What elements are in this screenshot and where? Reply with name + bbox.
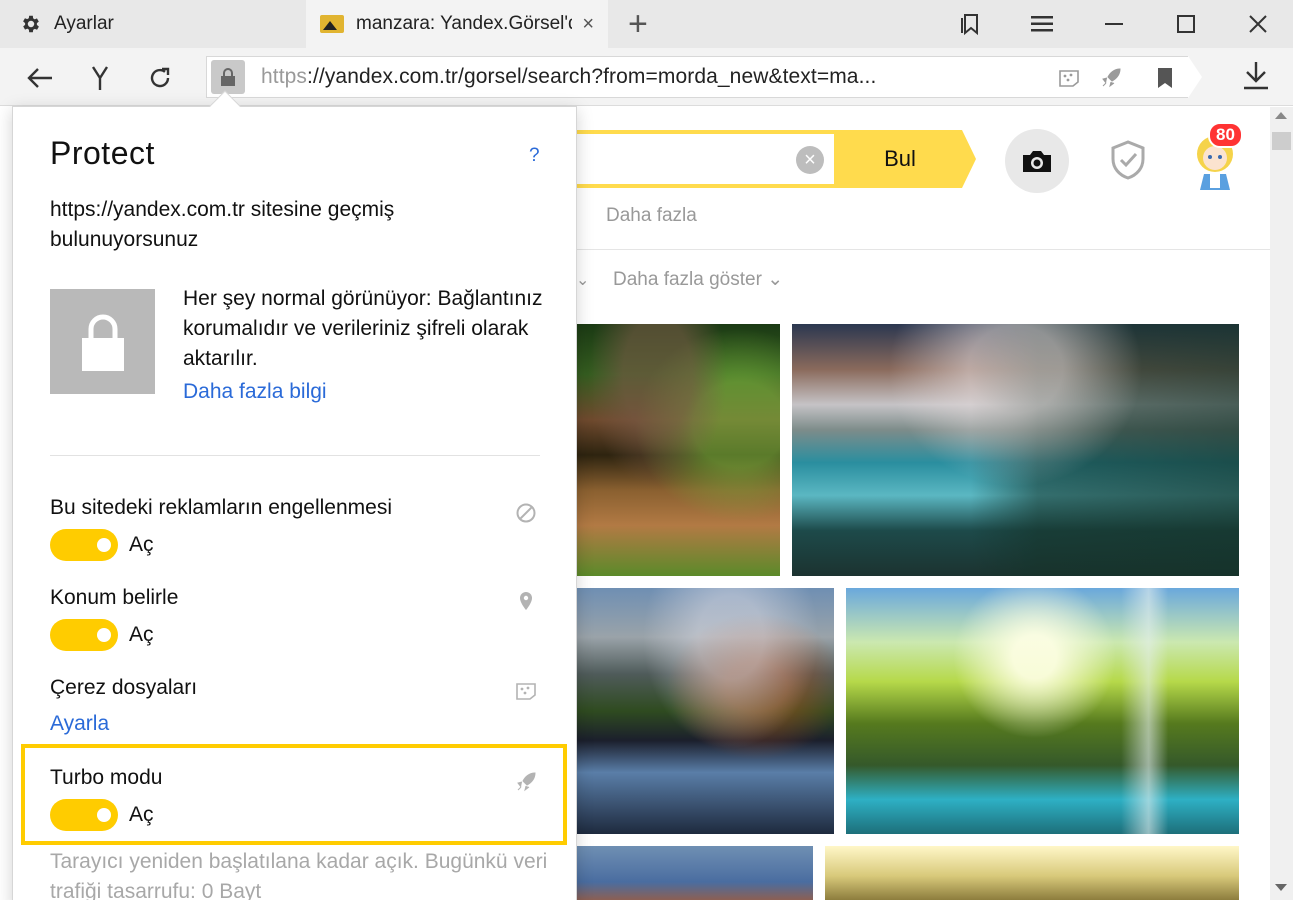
result-image[interactable]	[792, 324, 1239, 576]
clear-search-icon[interactable]: ×	[796, 146, 824, 174]
cookie-icon[interactable]	[1058, 68, 1080, 88]
scrollbar-thumb[interactable]	[1272, 132, 1291, 150]
back-button[interactable]	[20, 58, 60, 98]
yandex-button[interactable]	[80, 58, 120, 98]
ad-block-toggle[interactable]	[50, 529, 118, 561]
cookies-settings-link[interactable]: Ayarla	[50, 712, 109, 736]
minimize-button[interactable]	[1086, 0, 1142, 48]
more-info-link[interactable]: Daha fazla bilgi	[183, 380, 327, 404]
gear-icon	[23, 15, 39, 33]
url-icons	[1058, 67, 1174, 89]
url-path: ://yandex.com.tr/gorsel/search?from=mord…	[307, 65, 877, 88]
close-tab-icon[interactable]: ×	[582, 14, 594, 34]
tab-settings-label: Ayarlar	[54, 13, 114, 34]
site-security-button[interactable]	[211, 60, 245, 94]
turbo-toggle[interactable]	[50, 799, 118, 831]
padlock-icon	[81, 314, 124, 371]
location-toggle[interactable]	[50, 619, 118, 651]
result-image[interactable]	[576, 846, 813, 900]
location-state: Aç	[129, 623, 154, 646]
bookmark-icon[interactable]	[1156, 67, 1174, 89]
show-more-filters[interactable]: Daha fazla göster ⌄	[613, 268, 783, 291]
scroll-up-icon[interactable]	[1275, 112, 1287, 119]
turbo-state: Aç	[129, 803, 154, 826]
tab-settings[interactable]: Ayarlar	[0, 0, 306, 48]
shield-check-icon	[1111, 140, 1145, 180]
maximize-icon	[1177, 15, 1195, 33]
cookie-icon	[516, 683, 536, 700]
close-icon	[1249, 15, 1267, 33]
turbo-rocket-icon[interactable]	[1100, 67, 1122, 89]
scroll-down-icon[interactable]	[1275, 884, 1287, 891]
search-button[interactable]: Bul	[838, 130, 976, 188]
download-icon	[1244, 62, 1268, 90]
lock-icon	[221, 68, 235, 86]
result-image[interactable]	[846, 588, 1239, 834]
secure-lock-badge	[50, 289, 155, 394]
filter-chevron-icon[interactable]: ⌄	[576, 270, 589, 290]
address-bar: https://yandex.com.tr/gorsel/search?from…	[0, 48, 1293, 106]
camera-icon	[1023, 151, 1051, 172]
close-window-button[interactable]	[1230, 0, 1286, 48]
help-link[interactable]: ?	[529, 145, 540, 167]
url-protocol: https	[261, 65, 308, 88]
search-button-label: Bul	[884, 146, 916, 171]
bookmarks-panel-button[interactable]	[942, 0, 998, 48]
result-image[interactable]	[576, 324, 780, 576]
location-label: Konum belirle	[50, 586, 179, 609]
tab-yandex-images[interactable]: manzara: Yandex.Görsel'de ×	[306, 0, 608, 48]
popup-divider	[50, 455, 540, 456]
protect-shield-button[interactable]	[1110, 140, 1146, 185]
menu-button[interactable]	[1014, 0, 1070, 48]
url-field[interactable]: https://yandex.com.tr/gorsel/search?from…	[206, 56, 1202, 98]
turbo-rocket-icon	[517, 772, 536, 792]
header-divider	[576, 249, 1270, 250]
yandex-logo-icon	[91, 66, 109, 90]
turbo-label: Turbo modu	[50, 766, 163, 789]
ad-block-state: Aç	[129, 533, 154, 556]
protect-popup: Protect ? https://yandex.com.tr sitesine…	[12, 106, 577, 900]
tab-more[interactable]: Daha fazla	[606, 205, 697, 227]
tab-title: manzara: Yandex.Görsel'de	[356, 13, 572, 34]
site-notice: https://yandex.com.tr sitesine geçmiş bu…	[50, 198, 395, 251]
connection-status-text: Her şey normal görünüyor: Bağlantınız ko…	[183, 287, 543, 370]
image-search-button[interactable]	[1005, 129, 1069, 193]
location-pin-icon	[520, 592, 532, 610]
result-image[interactable]	[825, 846, 1239, 900]
page-scrollbar[interactable]	[1270, 107, 1293, 900]
popup-title: Protect	[50, 135, 155, 171]
image-favicon-icon	[320, 15, 344, 33]
result-image[interactable]	[576, 588, 834, 834]
maximize-button[interactable]	[1158, 0, 1214, 48]
minimize-icon	[1105, 23, 1123, 25]
downloads-button[interactable]	[1243, 60, 1269, 95]
cookies-label: Çerez dosyaları	[50, 676, 198, 699]
block-icon	[516, 503, 536, 523]
notification-badge: 80	[1208, 122, 1243, 148]
turbo-note: Tarayıcı yeniden başlatılana kadar açık.…	[50, 850, 548, 900]
url-text: https://yandex.com.tr/gorsel/search?from…	[261, 65, 876, 89]
reload-icon	[150, 67, 170, 88]
reload-button[interactable]	[140, 58, 180, 98]
tab-bar: Ayarlar manzara: Yandex.Görsel'de × +	[0, 0, 1293, 48]
new-tab-button[interactable]: +	[628, 7, 648, 41]
hamburger-icon	[1031, 16, 1053, 32]
ad-block-label: Bu sitedeki reklamların engellenmesi	[50, 496, 392, 519]
bookmarks-icon	[961, 14, 978, 36]
arrow-left-icon	[27, 68, 52, 88]
